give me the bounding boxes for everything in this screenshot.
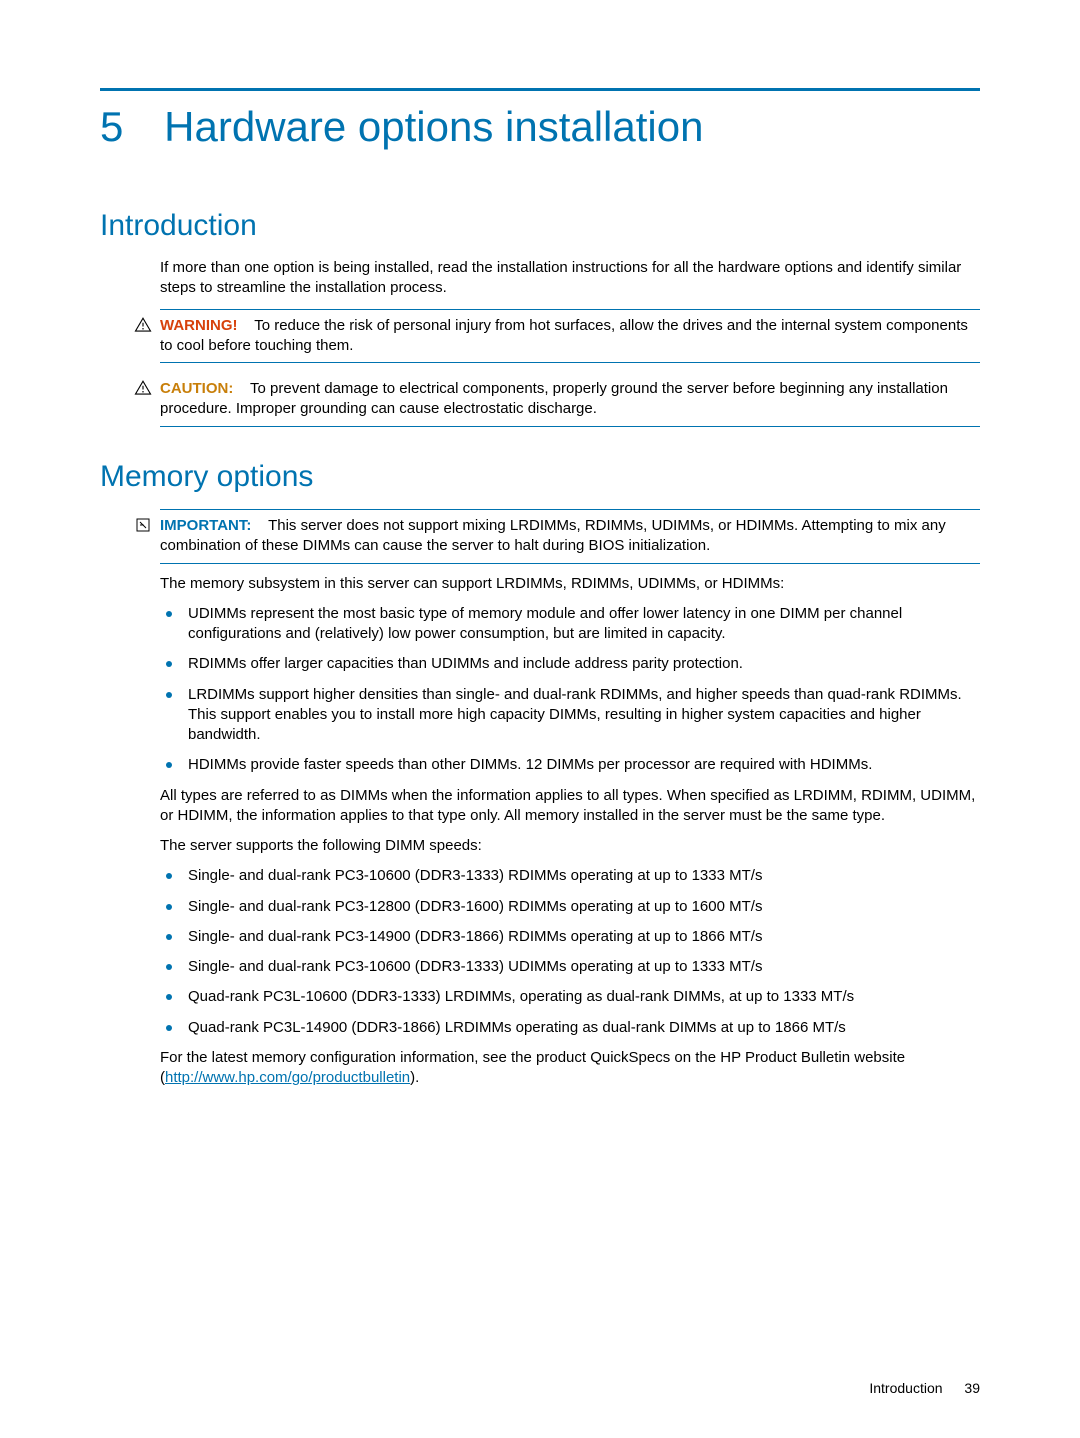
chapter-rule	[100, 88, 980, 91]
product-bulletin-link[interactable]: http://www.hp.com/go/productbulletin	[165, 1069, 410, 1086]
list-item: RDIMMs offer larger capacities than UDIM…	[188, 654, 980, 674]
dimm-types-list: UDIMMs represent the most basic type of …	[160, 604, 980, 776]
footer-section: Introduction	[869, 1380, 942, 1396]
dimm-speeds-list: Single- and dual-rank PC3-10600 (DDR3-13…	[160, 866, 980, 1038]
heading-introduction: Introduction	[100, 206, 980, 247]
list-item: Single- and dual-rank PC3-10600 (DDR3-13…	[188, 957, 980, 977]
warning-note: WARNING! To reduce the risk of personal …	[160, 309, 980, 364]
caution-note: CAUTION: To prevent damage to electrical…	[160, 373, 980, 427]
memory-p2: All types are referred to as DIMMs when …	[160, 786, 980, 827]
warning-icon	[132, 316, 154, 340]
list-item: Quad-rank PC3L-10600 (DDR3-1333) LRDIMMs…	[188, 987, 980, 1007]
intro-body: If more than one option is being install…	[160, 258, 980, 427]
p4-post: ).	[410, 1069, 419, 1086]
memory-p4: For the latest memory configuration info…	[160, 1048, 980, 1089]
list-item: LRDIMMs support higher densities than si…	[188, 685, 980, 746]
heading-memory-options: Memory options	[100, 457, 980, 498]
memory-p1: The memory subsystem in this server can …	[160, 574, 980, 594]
memory-p3: The server supports the following DIMM s…	[160, 836, 980, 856]
list-item: HDIMMs provide faster speeds than other …	[188, 755, 980, 775]
chapter-number: 5	[100, 99, 160, 156]
chapter-title: Hardware options installation	[164, 99, 703, 156]
warning-label: WARNING!	[160, 317, 238, 334]
important-text: This server does not support mixing LRDI…	[160, 517, 946, 554]
important-note: IMPORTANT: This server does not support …	[160, 509, 980, 564]
list-item: Single- and dual-rank PC3-12800 (DDR3-16…	[188, 897, 980, 917]
important-icon	[132, 516, 154, 540]
footer-page-number: 39	[964, 1380, 980, 1396]
caution-text: To prevent damage to electrical componen…	[160, 380, 948, 417]
page: 5 Hardware options installation Introduc…	[0, 0, 1080, 1438]
page-footer: Introduction 39	[869, 1379, 980, 1398]
chapter-header: 5 Hardware options installation	[100, 99, 980, 156]
memory-body: IMPORTANT: This server does not support …	[160, 509, 980, 1088]
warning-text: To reduce the risk of personal injury fr…	[160, 317, 968, 354]
list-item: UDIMMs represent the most basic type of …	[188, 604, 980, 645]
list-item: Single- and dual-rank PC3-10600 (DDR3-13…	[188, 866, 980, 886]
list-item: Single- and dual-rank PC3-14900 (DDR3-18…	[188, 927, 980, 947]
caution-label: CAUTION:	[160, 380, 233, 397]
list-item: Quad-rank PC3L-14900 (DDR3-1866) LRDIMMs…	[188, 1018, 980, 1038]
caution-icon	[132, 379, 154, 403]
important-label: IMPORTANT:	[160, 517, 251, 534]
intro-paragraph: If more than one option is being install…	[160, 258, 980, 299]
